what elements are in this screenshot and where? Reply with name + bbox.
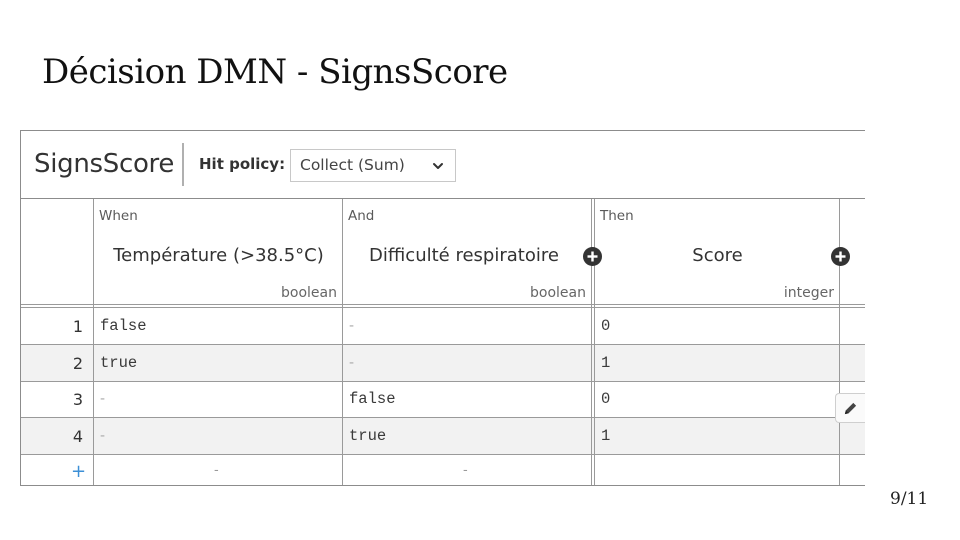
column-type: integer — [783, 285, 834, 301]
hit-policy-value: Collect (Sum) — [300, 156, 405, 174]
pencil-icon — [844, 402, 857, 415]
table-cell[interactable]: - — [100, 391, 105, 407]
table-cell[interactable]: - — [349, 318, 354, 334]
dmn-header: SignsScore Hit policy: Collect (Sum) — [21, 131, 865, 199]
table-cell[interactable]: true — [349, 427, 386, 445]
table-cell[interactable]: false — [349, 390, 396, 408]
column-type: boolean — [530, 285, 586, 301]
column-kind-when: When — [99, 208, 138, 224]
table-cell[interactable]: 0 — [601, 390, 610, 408]
table-cell[interactable]: 1 — [601, 354, 610, 372]
column-label-temperature: Température (>38.5°C) — [113, 245, 324, 266]
table-cell[interactable]: false — [100, 317, 147, 335]
empty-cell-placeholder[interactable]: - — [214, 463, 219, 478]
column-kind-and: And — [348, 208, 375, 224]
chevron-down-icon — [433, 163, 443, 169]
header-divider — [182, 143, 184, 186]
table-cell[interactable]: 0 — [601, 317, 610, 335]
column-type: boolean — [281, 285, 337, 301]
edit-button[interactable] — [835, 393, 865, 423]
column-label-score: Score — [692, 245, 743, 266]
table-cell[interactable]: - — [349, 355, 354, 371]
add-row-icon[interactable]: + — [71, 461, 86, 482]
page-number: 9/11 — [890, 489, 929, 509]
dmn-decision-table-editor: SignsScore Hit policy: Collect (Sum) Whe… — [20, 130, 865, 486]
row-background — [21, 345, 865, 381]
add-output-column-icon[interactable] — [831, 247, 850, 266]
row-index: 3 — [72, 390, 83, 409]
hit-policy-label: Hit policy: — [199, 155, 286, 173]
hit-policy-select[interactable]: Collect (Sum) — [290, 149, 456, 182]
table-cell[interactable]: 1 — [601, 427, 610, 445]
row-index: 1 — [72, 317, 83, 336]
slide-title: Décision DMN - SignsScore — [42, 52, 508, 92]
table-cell[interactable]: - — [100, 428, 105, 444]
row-background — [21, 418, 865, 454]
column-label-respiratory: Difficulté respiratoire — [369, 245, 559, 266]
decision-name[interactable]: SignsScore — [34, 149, 174, 179]
column-kind-then: Then — [600, 208, 634, 224]
table-cell[interactable]: true — [100, 354, 137, 372]
row-index: 4 — [72, 427, 83, 446]
row-index: 2 — [72, 354, 83, 373]
empty-cell-placeholder[interactable]: - — [463, 463, 468, 478]
